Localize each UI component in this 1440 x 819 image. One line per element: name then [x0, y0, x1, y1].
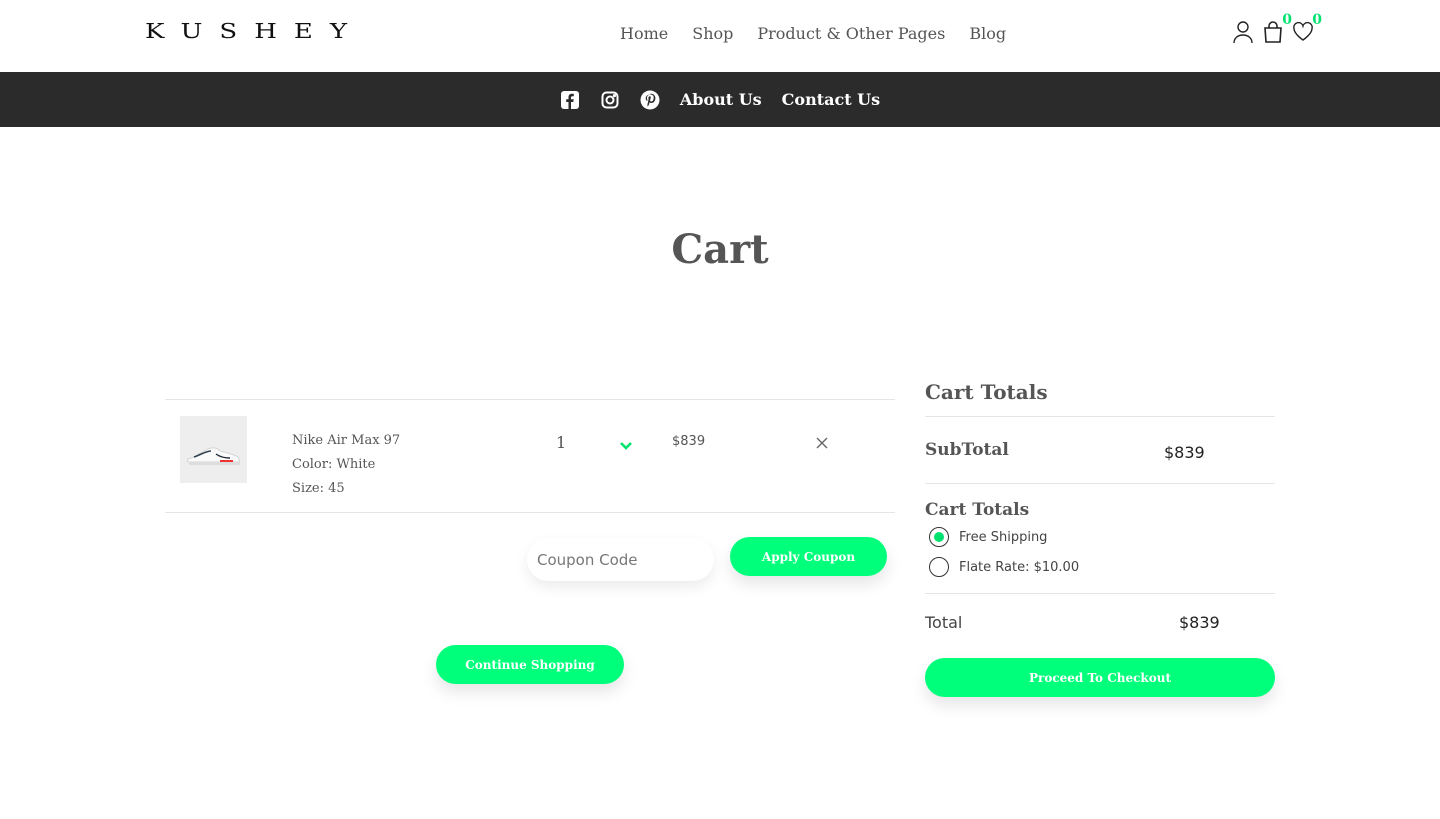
quantity-select[interactable]: 1: [556, 433, 566, 452]
brand-logo[interactable]: KUSHEY: [145, 20, 364, 43]
subtotal-label: SubTotal: [925, 440, 1009, 460]
shipping-option-label: Flate Rate: $10.00: [959, 559, 1080, 575]
shipping-option-free[interactable]: Free Shipping: [929, 527, 1047, 547]
nav-home[interactable]: Home: [620, 24, 668, 43]
shipping-heading: Cart Totals: [925, 500, 1030, 520]
nav-product-pages[interactable]: Product & Other Pages: [757, 24, 945, 43]
pinterest-icon[interactable]: [640, 90, 660, 110]
close-icon[interactable]: [816, 434, 828, 453]
facebook-icon[interactable]: [560, 90, 580, 110]
total-label: Total: [925, 613, 963, 632]
divider: [925, 483, 1275, 484]
nav-shop[interactable]: Shop: [692, 24, 733, 43]
product-thumbnail[interactable]: [180, 416, 247, 483]
product-info: Nike Air Max 97 Color: White Size: 45: [292, 429, 400, 501]
radio-selected-dot: [934, 532, 944, 542]
product-name[interactable]: Nike Air Max 97: [292, 429, 400, 453]
cart-icon[interactable]: 0: [1258, 12, 1292, 50]
wishlist-icon[interactable]: 0: [1288, 12, 1322, 50]
total-value: $839: [1179, 613, 1220, 632]
site-header: KUSHEY Home Shop Product & Other Pages B…: [0, 0, 1440, 72]
page-title: Cart: [671, 226, 769, 273]
account-icon[interactable]: [1228, 14, 1258, 50]
nav-contact-us[interactable]: Contact Us: [782, 90, 880, 109]
instagram-icon[interactable]: [600, 90, 620, 110]
cart-totals-panel: Cart Totals SubTotal $839 Cart Totals Fr…: [925, 380, 1275, 697]
chevron-down-icon[interactable]: [620, 436, 632, 455]
nav-blog[interactable]: Blog: [969, 24, 1006, 43]
radio-button[interactable]: [929, 527, 949, 547]
item-price: $839: [672, 434, 706, 449]
continue-shopping-button[interactable]: Continue Shopping: [436, 645, 624, 684]
cart-item-row: Nike Air Max 97 Color: White Size: 45 1 …: [165, 399, 895, 513]
header-icons: 0 0: [1228, 12, 1322, 50]
product-size: Size: 45: [292, 481, 345, 496]
nav-about-us[interactable]: About Us: [680, 90, 762, 109]
apply-coupon-button[interactable]: Apply Coupon: [730, 537, 887, 576]
subtotal-value: $839: [1164, 443, 1205, 462]
secondary-bar: About Us Contact Us: [0, 72, 1440, 127]
divider: [925, 593, 1275, 594]
wishlist-count-badge: 0: [1312, 12, 1322, 28]
radio-button[interactable]: [929, 557, 949, 577]
product-color: Color: White: [292, 457, 376, 472]
coupon-code-input[interactable]: [527, 538, 714, 581]
cart-totals-heading: Cart Totals: [925, 380, 1275, 417]
proceed-to-checkout-button[interactable]: Proceed To Checkout: [925, 658, 1275, 697]
main-nav: Home Shop Product & Other Pages Blog: [620, 24, 1006, 43]
shipping-option-flat-rate[interactable]: Flate Rate: $10.00: [929, 557, 1079, 577]
shipping-option-label: Free Shipping: [959, 529, 1048, 545]
